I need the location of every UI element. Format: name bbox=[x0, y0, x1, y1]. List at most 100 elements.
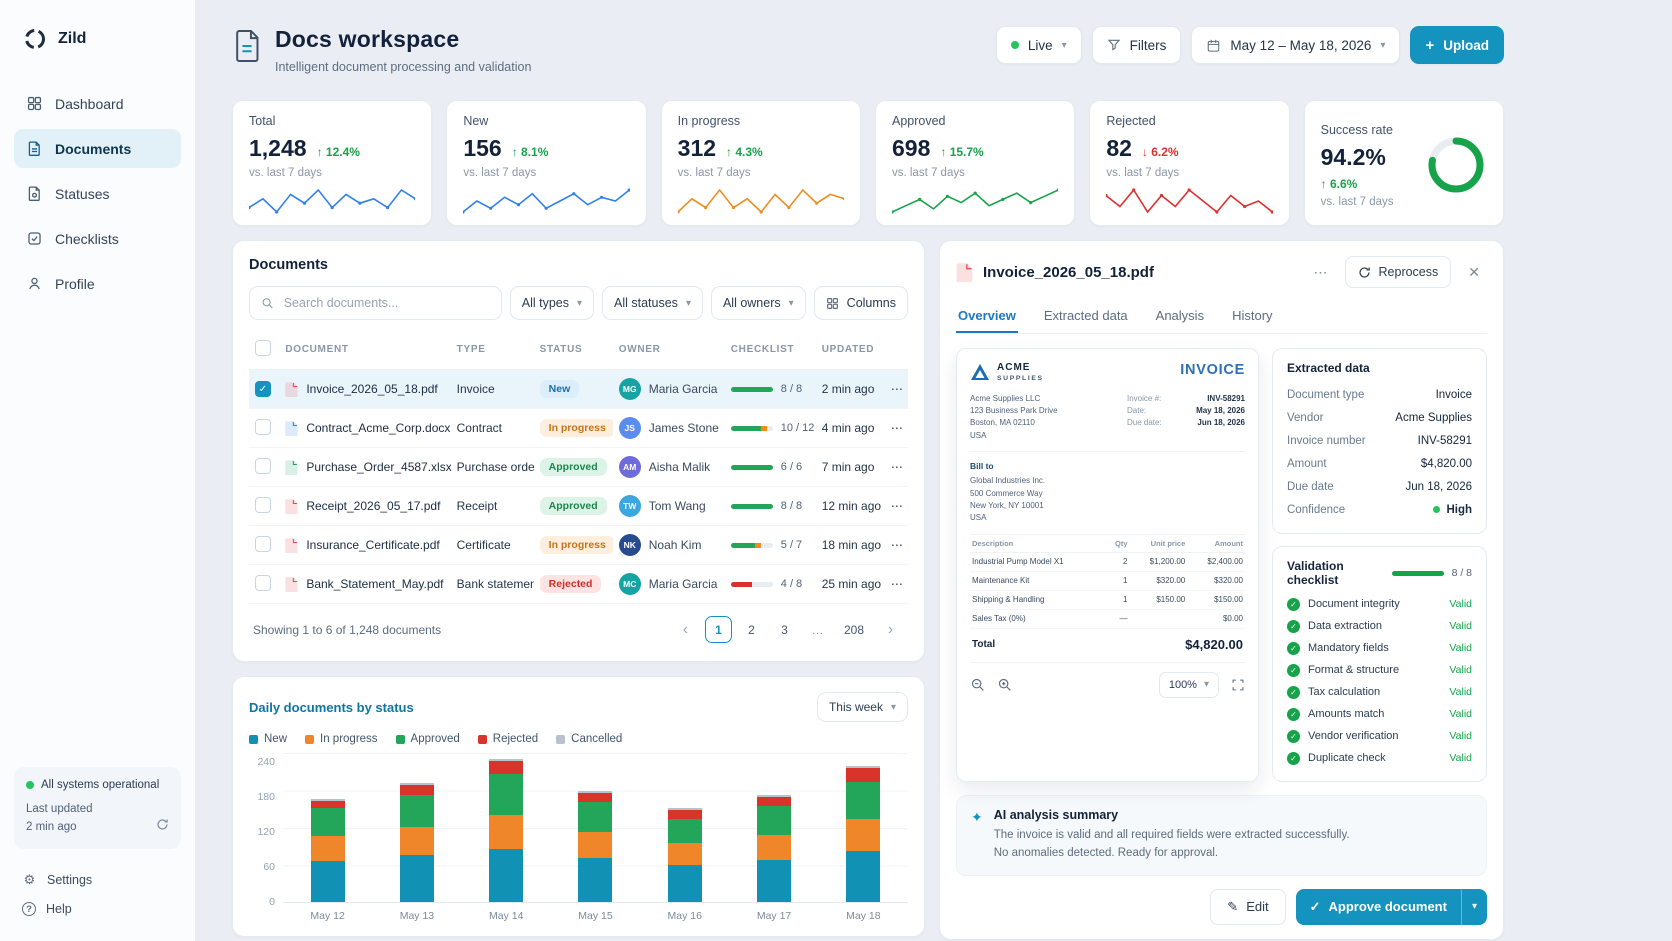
live-toggle[interactable]: Live ▾ bbox=[996, 26, 1082, 64]
sidebar-item-dashboard[interactable]: Dashboard bbox=[14, 84, 181, 123]
approve-options-button[interactable]: ▾ bbox=[1461, 889, 1487, 925]
checklist-item-status: Valid bbox=[1449, 642, 1472, 654]
owner-name: Tom Wang bbox=[649, 499, 706, 513]
workspace-doc-icon bbox=[232, 29, 262, 74]
updated-time: 7 min ago bbox=[816, 448, 885, 487]
checklist-item-status: Valid bbox=[1449, 708, 1472, 720]
reprocess-button[interactable]: Reprocess bbox=[1345, 256, 1452, 288]
columns-button[interactable]: Columns bbox=[814, 286, 908, 320]
select-all-checkbox[interactable] bbox=[255, 340, 271, 356]
page-button[interactable]: 2 bbox=[738, 616, 765, 643]
row-checkbox[interactable] bbox=[255, 458, 271, 474]
type-filter-select[interactable]: All types ▾ bbox=[510, 286, 594, 320]
bar-segment-approved bbox=[757, 806, 791, 835]
upload-button[interactable]: + Upload bbox=[1410, 26, 1504, 64]
checklist-progress-bar bbox=[731, 543, 773, 548]
documents-table-body: ✓ Invoice_2026_05_18.pdf Invoice New MGM… bbox=[249, 370, 908, 604]
column-header-document[interactable]: DOCUMENT bbox=[279, 330, 450, 370]
row-checkbox[interactable] bbox=[255, 419, 271, 435]
table-row[interactable]: ✓ Invoice_2026_05_18.pdf Invoice New MGM… bbox=[249, 370, 908, 409]
status-badge: Rejected bbox=[540, 575, 602, 593]
checklist-count: 8 / 8 bbox=[781, 500, 802, 512]
sidebar-item-statuses[interactable]: Statuses bbox=[14, 174, 181, 213]
column-header-checklist[interactable]: CHECKLIST bbox=[725, 330, 816, 370]
fullscreen-button[interactable] bbox=[1231, 678, 1245, 692]
search-input[interactable] bbox=[282, 295, 490, 311]
edit-button[interactable]: ✎ Edit bbox=[1210, 889, 1285, 925]
row-menu-button[interactable]: ⋯ bbox=[885, 448, 908, 487]
filters-button[interactable]: Filters bbox=[1092, 26, 1182, 64]
column-header-owner[interactable]: OWNER bbox=[613, 330, 725, 370]
close-button[interactable]: ✕ bbox=[1461, 261, 1487, 284]
row-menu-button[interactable]: ⋯ bbox=[885, 409, 908, 448]
approve-document-button[interactable]: ✓ Approve document bbox=[1296, 889, 1461, 925]
checklist-progress-bar bbox=[731, 504, 773, 509]
table-row[interactable]: Purchase_Order_4587.xlsx Purchase order … bbox=[249, 448, 908, 487]
help-link[interactable]: ? Help bbox=[20, 895, 175, 923]
zoom-in-button[interactable] bbox=[997, 677, 1012, 692]
settings-link[interactable]: ⚙ Settings bbox=[20, 865, 175, 895]
document-preview: ACME SUPPLIES INVOICE Acme Supplies LLC1… bbox=[956, 348, 1259, 782]
stat-subtext: vs. last 7 days bbox=[678, 167, 844, 179]
y-axis-tick: 240 bbox=[249, 757, 275, 767]
prev-page-button[interactable]: ‹ bbox=[672, 616, 699, 643]
check-circle-icon: ✓ bbox=[1287, 686, 1300, 699]
invoice-meta-row: Date: May 18, 2026 bbox=[1127, 405, 1245, 417]
sidebar-item-documents[interactable]: Documents bbox=[14, 129, 181, 168]
vendor-brand-line2: SUPPLIES bbox=[997, 375, 1044, 382]
tab-extracted-data[interactable]: Extracted data bbox=[1042, 300, 1130, 333]
page-button[interactable]: 3 bbox=[771, 616, 798, 643]
row-checkbox[interactable] bbox=[255, 575, 271, 591]
date-range-picker[interactable]: May 12 – May 18, 2026 ▾ bbox=[1191, 26, 1400, 64]
zoom-level-select[interactable]: 100% ▾ bbox=[1159, 672, 1219, 698]
page-button[interactable]: 208 bbox=[837, 616, 871, 643]
chevron-down-icon: ▾ bbox=[789, 298, 794, 309]
table-row[interactable]: Bank_Statement_May.pdf Bank statement Re… bbox=[249, 565, 908, 604]
bar-segment-rejected bbox=[757, 797, 791, 806]
table-row[interactable]: Contract_Acme_Corp.docx Contract In prog… bbox=[249, 409, 908, 448]
checklist-item-status: Valid bbox=[1449, 664, 1472, 676]
page-button[interactable]: 1 bbox=[705, 616, 732, 643]
chart-panel: Daily documents by status This week ▾ Ne… bbox=[232, 676, 925, 937]
tab-history[interactable]: History bbox=[1230, 300, 1274, 333]
y-axis-tick: 120 bbox=[249, 827, 275, 837]
chevron-down-icon: ▾ bbox=[1472, 901, 1477, 912]
table-row[interactable]: Insurance_Certificate.pdf Certificate In… bbox=[249, 526, 908, 565]
file-icon bbox=[285, 499, 298, 514]
column-header-updated[interactable]: UPDATED bbox=[816, 330, 885, 370]
column-header-status[interactable]: STATUS bbox=[534, 330, 613, 370]
row-menu-button[interactable]: ⋯ bbox=[885, 526, 908, 565]
column-header-type[interactable]: TYPE bbox=[451, 330, 534, 370]
more-options-button[interactable]: ⋯ bbox=[1307, 261, 1335, 284]
invoice-from: Acme Supplies LLC123 Business Park Drive… bbox=[970, 393, 1058, 443]
row-menu-button[interactable]: ⋯ bbox=[885, 370, 908, 409]
chart-title: Daily documents by status bbox=[249, 700, 414, 715]
avatar: MC bbox=[619, 573, 641, 595]
owner-filter-select[interactable]: All owners ▾ bbox=[711, 286, 806, 320]
sidebar-item-checklists[interactable]: Checklists bbox=[14, 219, 181, 258]
updated-time: 25 min ago bbox=[816, 565, 885, 604]
field-value: Jun 18, 2026 bbox=[1405, 481, 1472, 493]
bar-segment-in-progress bbox=[757, 835, 791, 860]
tab-overview[interactable]: Overview bbox=[956, 300, 1018, 333]
tab-analysis[interactable]: Analysis bbox=[1154, 300, 1206, 333]
table-row[interactable]: Receipt_2026_05_17.pdf Receipt Approved … bbox=[249, 487, 908, 526]
next-page-button[interactable]: › bbox=[877, 616, 904, 643]
status-filter-select[interactable]: All statuses ▾ bbox=[602, 286, 703, 320]
row-checkbox[interactable] bbox=[255, 536, 271, 552]
chart-range-select[interactable]: This week ▾ bbox=[817, 692, 908, 722]
zoom-out-button[interactable] bbox=[970, 677, 985, 692]
refresh-icon[interactable] bbox=[156, 818, 169, 837]
item-amount: $320.00 bbox=[1187, 571, 1245, 590]
x-axis-label: May 14 bbox=[486, 910, 526, 922]
checklist-item-label: Tax calculation bbox=[1308, 686, 1380, 698]
row-menu-button[interactable]: ⋯ bbox=[885, 487, 908, 526]
edit-label: Edit bbox=[1246, 899, 1268, 914]
row-checkbox[interactable] bbox=[255, 497, 271, 513]
sidebar-item-profile[interactable]: Profile bbox=[14, 264, 181, 303]
invoice-meta: Invoice #: INV-58291 Date: May 18, 2026 … bbox=[1127, 393, 1245, 443]
checklist-progress-bar bbox=[731, 387, 773, 392]
row-checkbox[interactable]: ✓ bbox=[255, 381, 271, 397]
status-filter-value: All statuses bbox=[614, 296, 678, 310]
row-menu-button[interactable]: ⋯ bbox=[885, 565, 908, 604]
